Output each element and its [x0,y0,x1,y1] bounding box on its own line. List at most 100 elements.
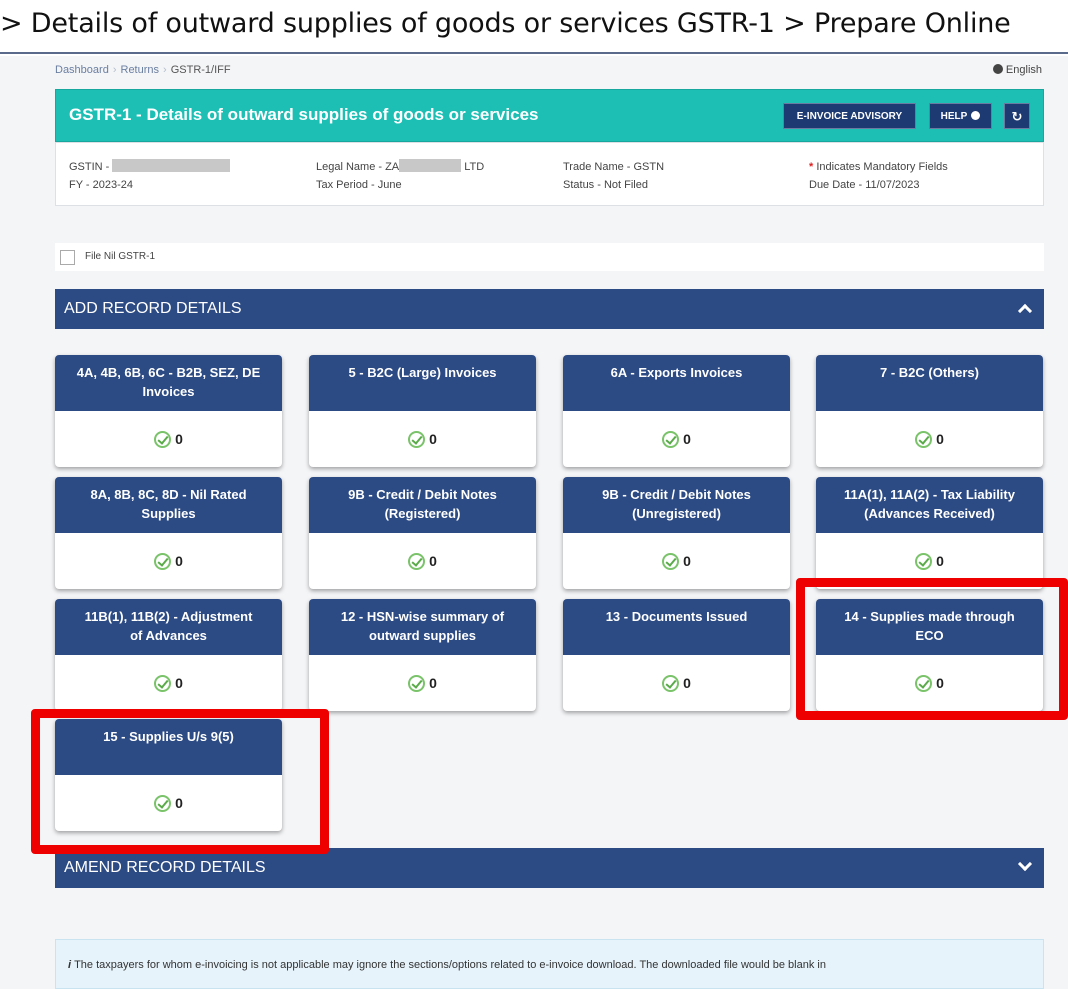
tile-heading: 5 - B2C (Large) Invoices [309,355,536,411]
tile-heading-line2: (Advances Received) [864,506,995,521]
language-selector[interactable]: English [992,64,1042,76]
tile-heading-line1: 6A - Exports Invoices [610,365,743,380]
tile-heading-line1: 11A(1), 11A(2) - Tax Liability [844,487,1015,502]
check-circle-icon [662,553,680,570]
check-circle-icon [915,431,933,448]
file-nil-row: File Nil GSTR-1 [55,243,1044,271]
info-icon [971,111,981,120]
tile-heading-line1: 11B(1), 11B(2) - Adjustment [84,609,253,624]
check-circle-icon [154,431,172,448]
file-nil-checkbox[interactable] [60,250,75,265]
tile-count-value: 0 [429,553,437,569]
tile-heading: 12 - HSN-wise summary of outward supplies [309,599,536,655]
refresh-button[interactable]: ↻ [1004,103,1030,129]
tax-period: Tax Period - June [316,179,402,191]
file-nil-label: File Nil GSTR-1 [85,251,156,262]
tile-documents-issued[interactable]: 13 - Documents Issued 0 [563,599,790,711]
tile-count-value: 0 [429,431,437,447]
caption-divider [0,52,1068,54]
check-circle-icon [662,431,680,448]
tile-heading-line1: 12 - HSN-wise summary of [340,609,505,624]
tile-heading-line1: 4A, 4B, 6B, 6C - B2B, SEZ, DE [76,365,261,380]
tile-heading: 8A, 8B, 8C, 8D - Nil Rated Supplies [55,477,282,533]
page-title: GSTR-1 - Details of outward supplies of … [69,105,539,124]
due-date: Due Date - 11/07/2023 [809,179,920,191]
tile-heading: 11A(1), 11A(2) - Tax Liability (Advances … [816,477,1043,533]
tile-heading: 4A, 4B, 6B, 6C - B2B, SEZ, DE Invoices [55,355,282,411]
tile-cdn-unregistered[interactable]: 9B - Credit / Debit Notes (Unregistered) … [563,477,790,589]
tile-heading-line1: 9B - Credit / Debit Notes [348,487,497,502]
tile-count-value: 0 [683,675,691,691]
return-title-bar: GSTR-1 - Details of outward supplies of … [55,89,1044,142]
tile-count: 0 [816,411,1043,467]
check-circle-icon [408,431,426,448]
tile-heading-line2: Supplies [141,506,196,521]
tile-b2b-invoices[interactable]: 4A, 4B, 6B, 6C - B2B, SEZ, DE Invoices 0 [55,355,282,467]
tile-cdn-registered[interactable]: 9B - Credit / Debit Notes (Registered) 0 [309,477,536,589]
legal-name-suffix: LTD [464,161,485,173]
help-label: HELP [940,111,968,122]
tile-count-value: 0 [175,675,183,691]
check-circle-icon [154,553,172,570]
check-circle-icon [154,675,172,692]
tile-heading-line2: (Unregistered) [632,506,721,521]
tile-count-value: 0 [683,553,691,569]
breadcrumb-current: GSTR-1/IFF [170,64,231,76]
tile-count: 0 [563,411,790,467]
filing-status: Status - Not Filed [563,179,648,191]
tile-tax-liability-advances[interactable]: 11A(1), 11A(2) - Tax Liability (Advances … [816,477,1043,589]
tile-count-value: 0 [429,675,437,691]
e-invoice-advisory-button[interactable]: E-INVOICE ADVISORY [783,103,916,129]
highlight-box-9-5 [31,709,329,854]
tile-count: 0 [309,655,536,711]
tile-heading: 13 - Documents Issued [563,599,790,655]
add-record-details-header[interactable]: ADD RECORD DETAILS [55,289,1044,329]
tile-count-value: 0 [175,431,183,447]
tile-count: 0 [563,533,790,589]
check-circle-icon [408,675,426,692]
tile-heading-line1: 7 - B2C (Others) [880,365,979,380]
check-circle-icon [915,553,933,570]
tile-heading-line1: 13 - Documents Issued [605,609,748,624]
tile-count-value: 0 [936,553,944,569]
info-icon: i [68,959,72,971]
tile-count: 0 [563,655,790,711]
tile-count: 0 [309,533,536,589]
tile-count: 0 [55,411,282,467]
tile-b2c-others[interactable]: 7 - B2C (Others) 0 [816,355,1043,467]
tile-heading: 9B - Credit / Debit Notes (Registered) [309,477,536,533]
tile-nil-rated-supplies[interactable]: 8A, 8B, 8C, 8D - Nil Rated Supplies 0 [55,477,282,589]
breadcrumb-returns[interactable]: Returns [121,64,160,76]
financial-year: FY - 2023-24 [69,179,134,191]
gstin-row: GSTIN - [69,158,231,176]
tile-count: 0 [55,533,282,589]
redacted-legal-name [399,159,462,172]
taxpayer-info-panel: GSTIN - FY - 2023-24 Legal Name - ZA LTD… [55,142,1044,206]
mandatory-note: * Indicates Mandatory Fields [809,158,948,176]
tile-exports-invoices[interactable]: 6A - Exports Invoices 0 [563,355,790,467]
chevron-up-icon [1017,303,1033,319]
gstin-label: GSTIN - [69,161,110,173]
breadcrumb-dashboard[interactable]: Dashboard [55,64,109,76]
tile-hsn-summary[interactable]: 12 - HSN-wise summary of outward supplies… [309,599,536,711]
tile-heading: 11B(1), 11B(2) - Adjustment of Advances [55,599,282,655]
tile-heading-line2: Invoices [142,384,195,399]
amend-record-details-header[interactable]: AMEND RECORD DETAILS [55,848,1044,888]
page-caption: > Details of outward supplies of goods o… [0,8,1011,39]
breadcrumb: Dashboard › Returns › GSTR-1/IFF [55,64,231,76]
help-button[interactable]: HELP [929,103,992,129]
tile-adjustment-of-advances[interactable]: 11B(1), 11B(2) - Adjustment of Advances 0 [55,599,282,711]
tile-count: 0 [55,655,282,711]
redacted-gstin [112,159,231,172]
refresh-icon: ↻ [1011,109,1023,124]
amend-record-details-title: AMEND RECORD DETAILS [64,859,266,876]
globe-icon [992,64,1003,74]
language-label: English [1005,64,1042,76]
tile-heading-line2: (Registered) [384,506,461,521]
legal-name-row: Legal Name - ZA LTD [316,158,484,176]
tile-heading-line1: 5 - B2C (Large) Invoices [348,365,497,380]
tile-count: 0 [309,411,536,467]
tile-heading-line1: 9B - Credit / Debit Notes [602,487,751,502]
tile-b2c-large-invoices[interactable]: 5 - B2C (Large) Invoices 0 [309,355,536,467]
notice-text: The taxpayers for whom e-invoicing is no… [74,959,826,971]
